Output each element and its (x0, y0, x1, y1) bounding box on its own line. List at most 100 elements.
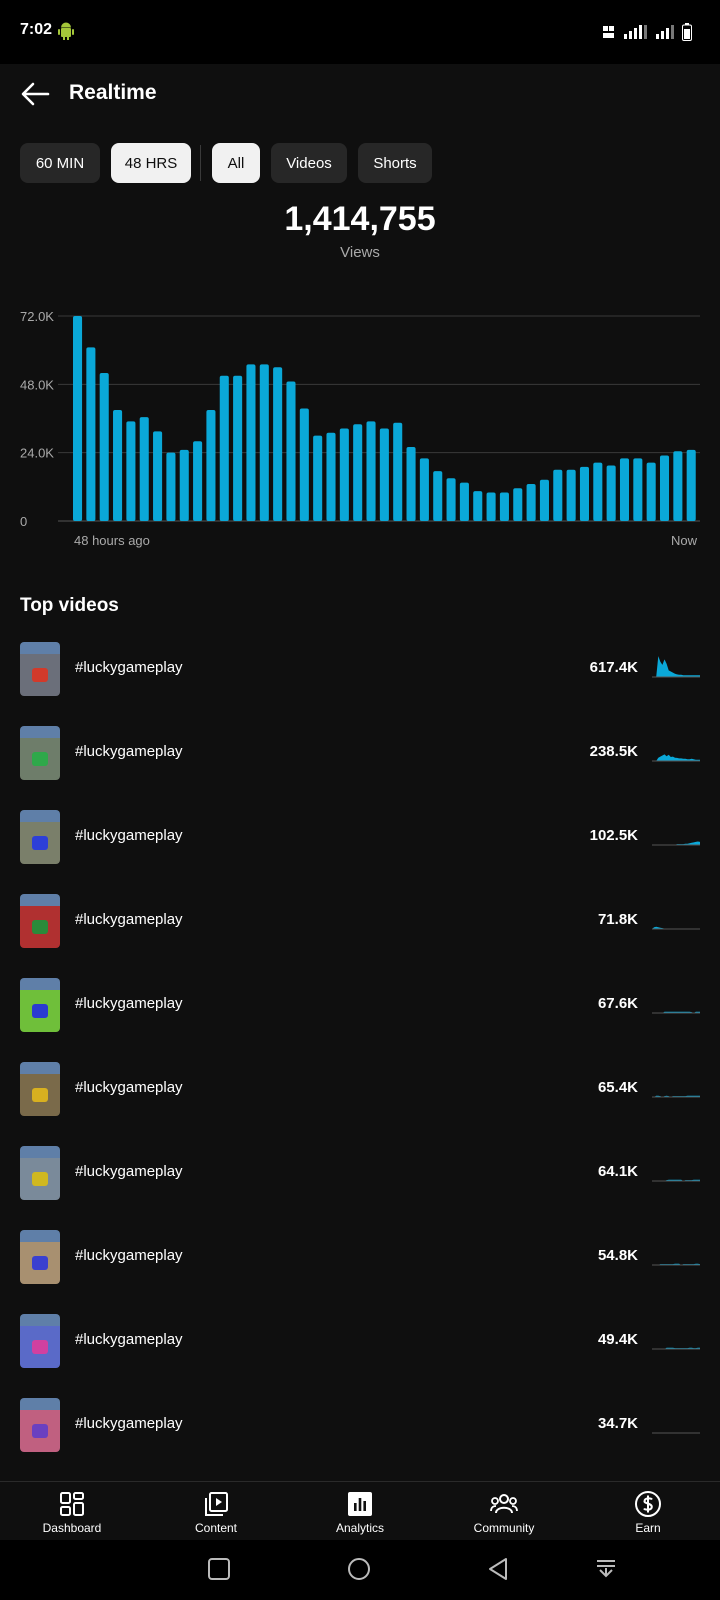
chart-bar (153, 431, 163, 521)
nav-community[interactable]: Community (432, 1482, 576, 1540)
top-videos-list: #luckygameplay 617.4K #luckygameplay 238.5K… (0, 640, 720, 1480)
video-thumbnail (20, 1314, 60, 1368)
chip-divider (200, 145, 201, 181)
chart-bar (526, 483, 536, 521)
video-thumbnail (20, 642, 60, 696)
video-sparkline (652, 841, 700, 846)
video-thumbnail (20, 1146, 60, 1200)
chart-bar (113, 409, 123, 521)
chart-bar (633, 458, 643, 521)
chart-bar (193, 441, 203, 521)
nav-label-earn: Earn (635, 1521, 661, 1535)
video-row[interactable]: #luckygameplay 34.7K (0, 1396, 720, 1480)
video-title: #luckygameplay (75, 1079, 183, 1096)
video-title: #luckygameplay (75, 1415, 183, 1432)
chart-bar (166, 452, 176, 521)
video-title: #luckygameplay (75, 1247, 183, 1264)
chart-bar (139, 417, 149, 521)
chart-bar (406, 446, 416, 521)
nav-analytics[interactable]: Analytics (288, 1482, 432, 1540)
video-row[interactable]: #luckygameplay 65.4K (0, 1060, 720, 1144)
chart-bar (273, 367, 283, 521)
total-views-label: Views (340, 244, 380, 261)
sparkline-area (652, 754, 700, 761)
chart-bar (233, 375, 243, 521)
video-thumbnail (20, 1230, 60, 1284)
video-views: 102.5K (589, 827, 638, 844)
chart-bar (606, 465, 616, 521)
signal-2-icon (656, 25, 674, 39)
video-title: #luckygameplay (75, 743, 183, 760)
total-views: 1,414,755 (284, 200, 436, 238)
content-icon (205, 1492, 228, 1516)
home-icon[interactable] (347, 1557, 371, 1581)
nav-dashboard[interactable]: Dashboard (0, 1482, 144, 1540)
chart-bar (579, 466, 590, 521)
video-title: #luckygameplay (75, 827, 183, 844)
nav-content[interactable]: Content (144, 1482, 288, 1540)
x-end-label: Now (671, 533, 698, 548)
chart-bar (419, 458, 429, 521)
chip-shorts[interactable]: Shorts (358, 143, 432, 183)
chip-48-hrs[interactable]: 48 HRS (111, 143, 191, 183)
chart-bar (619, 458, 630, 521)
back-icon[interactable] (487, 1557, 511, 1581)
sparkline-area (652, 841, 700, 845)
video-views: 67.6K (597, 995, 638, 1012)
chart-bar (86, 347, 96, 521)
video-thumbnail (20, 726, 60, 780)
chart-bar (393, 422, 403, 521)
chart-bar (433, 471, 443, 521)
video-sparkline (652, 1095, 700, 1098)
status-time: 7:02 (20, 21, 53, 38)
video-thumbnail (20, 1398, 60, 1452)
chip-videos[interactable]: Videos (271, 143, 347, 183)
video-row[interactable]: #luckygameplay 54.8K (0, 1228, 720, 1312)
analytics-icon (348, 1492, 372, 1516)
chart-bar (299, 408, 309, 521)
back-arrow-icon[interactable] (18, 80, 52, 108)
video-row[interactable]: #luckygameplay 49.4K (0, 1312, 720, 1396)
notification-pull-icon[interactable] (594, 1557, 618, 1581)
chart-bar (446, 478, 456, 521)
recent-apps-icon[interactable] (207, 1557, 231, 1581)
chart-bar (353, 424, 363, 521)
video-views: 34.7K (597, 1415, 638, 1432)
chart-bar (366, 421, 376, 521)
chip-60-min[interactable]: 60 MIN (20, 143, 100, 183)
nav-label-content: Content (194, 1521, 238, 1535)
video-title: #luckygameplay (75, 995, 183, 1012)
android-icon (58, 22, 74, 40)
chart-bar (179, 449, 189, 521)
nav-earn[interactable]: Earn (576, 1482, 720, 1540)
video-row[interactable]: #luckygameplay 64.1K (0, 1144, 720, 1228)
y-tick-label: 48.0K (20, 377, 54, 392)
video-thumbnail (20, 1062, 60, 1116)
video-row[interactable]: #luckygameplay 67.6K (0, 976, 720, 1060)
video-sparkline (652, 1263, 700, 1266)
video-views: 54.8K (597, 1247, 638, 1264)
video-row[interactable]: #luckygameplay 238.5K (0, 724, 720, 808)
video-row[interactable]: #luckygameplay 102.5K (0, 808, 720, 892)
chart-bar (379, 428, 389, 521)
video-sparkline (652, 1347, 700, 1350)
video-views: 49.4K (597, 1331, 638, 1348)
battery-icon (682, 23, 692, 41)
x-start-label: 48 hours ago (74, 533, 150, 548)
nav-label-dashboard: Dashboard (42, 1521, 102, 1535)
chart-bar (513, 488, 523, 521)
status-icons (602, 23, 692, 41)
chart-bar (499, 492, 509, 521)
video-sparkline (652, 1179, 700, 1182)
status-bar: 7:02 (0, 0, 720, 64)
chart-bar (313, 435, 323, 521)
app-bar: Realtime (0, 64, 720, 124)
video-row[interactable]: #luckygameplay 71.8K (0, 892, 720, 976)
nav-label-community: Community (473, 1521, 535, 1535)
video-views: 65.4K (597, 1079, 638, 1096)
y-tick-label: 72.0K (20, 309, 54, 324)
video-thumbnail (20, 810, 60, 864)
video-row[interactable]: #luckygameplay 617.4K (0, 640, 720, 724)
chip-all[interactable]: All (212, 143, 260, 183)
chart-bar (673, 451, 683, 521)
